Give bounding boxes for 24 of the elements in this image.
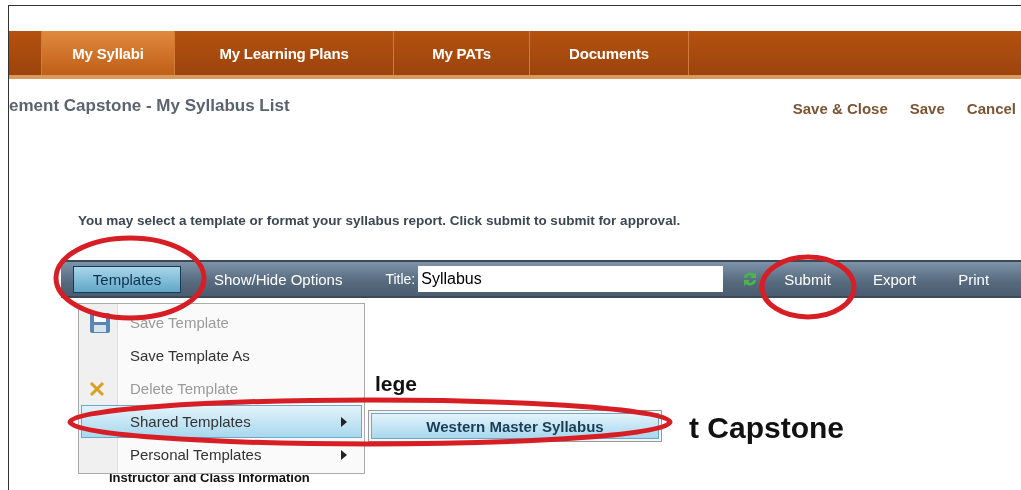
submenu-arrow-icon — [341, 450, 347, 460]
nav-tab[interactable]: My Syllabi — [42, 31, 175, 75]
title-label: Title: — [385, 271, 416, 287]
nav-tab[interactable]: My PATs — [394, 31, 530, 75]
action-link[interactable]: Cancel — [966, 99, 1016, 117]
action-link[interactable]: Save & Close — [792, 99, 888, 117]
submenu-arrow-icon — [341, 417, 347, 427]
menu-item[interactable]: Save Template As — [81, 339, 362, 372]
course-heading: t Capstone — [689, 411, 844, 445]
page-title: ement Capstone - My Syllabus List — [9, 96, 290, 116]
toolbar-button[interactable]: Submit — [773, 265, 842, 293]
x-icon — [89, 380, 105, 397]
title-input-field[interactable]: Syllabus — [418, 266, 724, 292]
toolbar-button[interactable]: Print — [947, 265, 1001, 293]
show-hide-options-button[interactable]: Show/Hide Options — [203, 265, 354, 293]
nav-tab[interactable]: Documents — [530, 31, 689, 75]
nav-tab[interactable]: My Learning Plans — [175, 31, 394, 75]
menu-item[interactable]: Personal Templates — [81, 438, 362, 471]
instructions-text: You may select a template or format your syllabus report. Click submit to submit for approval. — [78, 213, 682, 230]
section-heading: Instructor and Class Information — [109, 472, 310, 484]
action-link[interactable]: Save — [909, 99, 945, 117]
templates-button[interactable]: Templates — [73, 265, 181, 293]
submenu-item[interactable]: Western Master Syllabus — [371, 413, 659, 439]
toolbar-button[interactable]: Export — [861, 265, 928, 293]
